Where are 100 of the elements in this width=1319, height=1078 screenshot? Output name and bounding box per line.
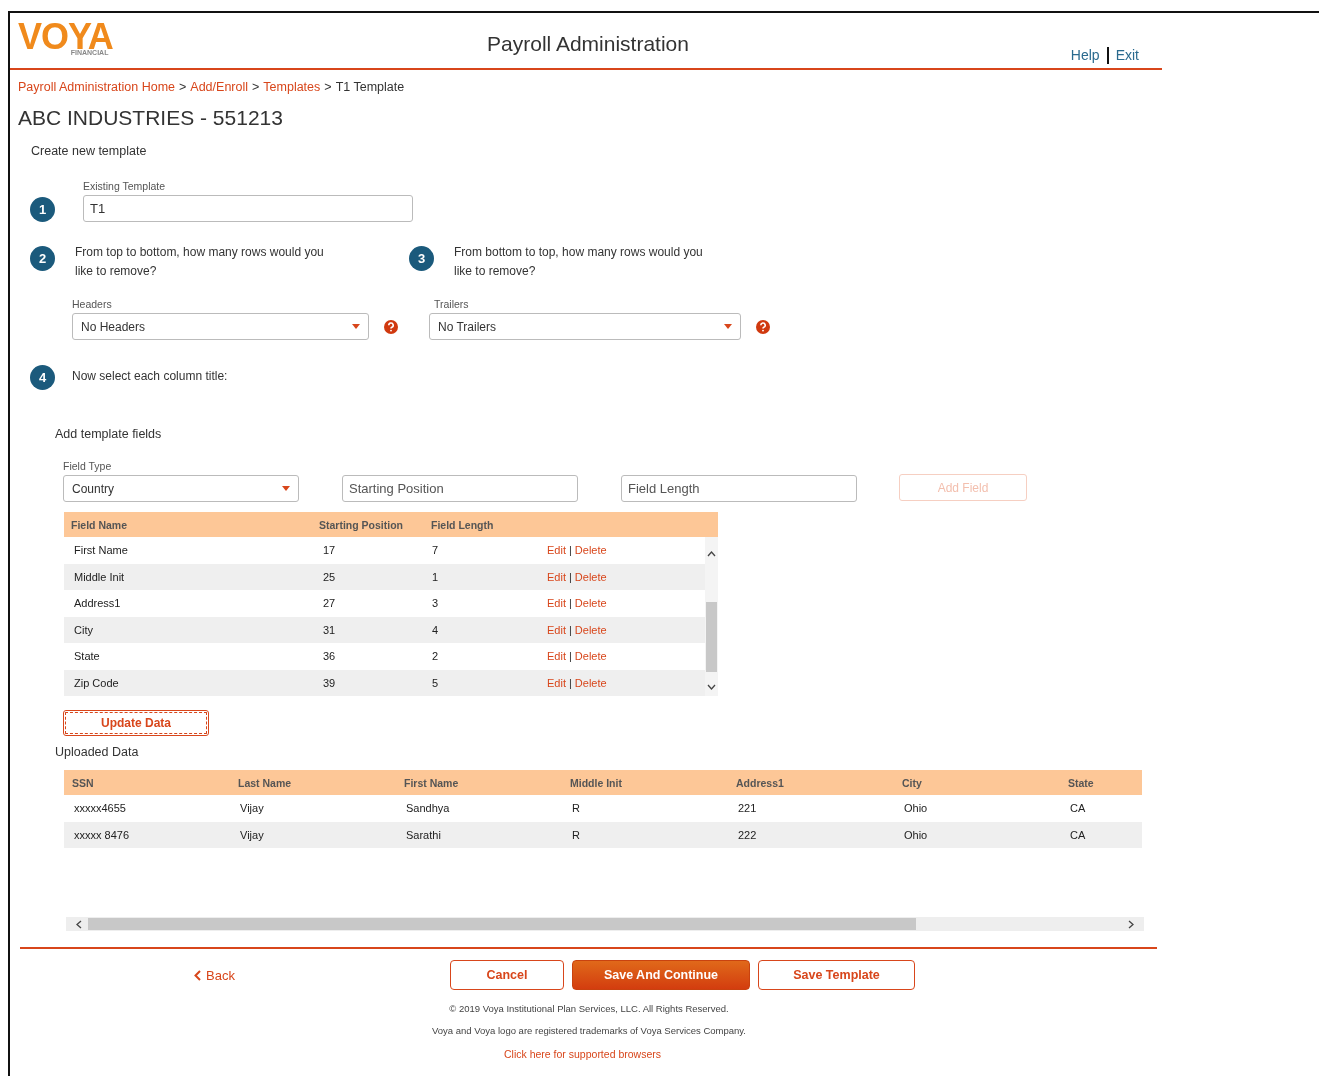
trademark-text: Voya and Voya logo are registered trademarks of Voya Services Company. [431, 1025, 747, 1036]
step-instruction: Now select each column title: [72, 368, 228, 383]
delete-link[interactable]: Delete [574, 597, 607, 610]
field-type-dropdown[interactable]: Country [63, 475, 299, 502]
scroll-right-icon[interactable] [1128, 919, 1134, 929]
edit-link[interactable]: Edit [547, 623, 566, 636]
step-question: From top to bottom, how many rows would you like to remove? [75, 244, 325, 280]
table-cell-text: City [73, 623, 94, 636]
table-cell-text: xxxxx 8476 [73, 828, 131, 841]
dropdown[interactable]: No Trailers [429, 313, 741, 340]
caret-icon [352, 324, 360, 329]
table-cell-text: 7 [432, 544, 440, 557]
table-cell-text: CA [1069, 828, 1087, 841]
vertical-scrollbar[interactable] [705, 537, 718, 696]
breadcrumb-link[interactable]: Templates [263, 80, 321, 94]
section-heading: Uploaded Data [55, 745, 140, 759]
column-header: Address1 [735, 776, 785, 789]
scroll-up-icon[interactable] [707, 551, 716, 557]
column-header: City [901, 776, 923, 789]
link-separator: | [568, 597, 572, 610]
delete-link[interactable]: Delete [574, 676, 607, 689]
table-cell-text: R [571, 828, 581, 841]
field-label: Headers [72, 298, 113, 310]
secondary-button[interactable]: Save Template [758, 960, 915, 990]
table-cell-text: 4 [432, 623, 440, 636]
field-length-field[interactable]: Field Length [621, 475, 857, 502]
column-header: First Name [403, 776, 460, 789]
link-separator: | [568, 676, 572, 689]
step-question: From bottom to top, how many rows would you like to remove? [454, 244, 704, 280]
table-cell-text: 17 [322, 544, 337, 557]
starting-position-field[interactable]: Starting Position [342, 475, 578, 502]
table-cell-text: 222 [737, 828, 758, 841]
back-link[interactable]: Back [194, 967, 442, 983]
delete-link[interactable]: Delete [574, 570, 607, 583]
table-cell-text: 36 [322, 650, 337, 663]
company-title: ABC INDUSTRIES - 551213 [18, 106, 284, 130]
edit-link[interactable]: Edit [547, 544, 566, 557]
column-header: Last Name [237, 776, 293, 789]
help-icon[interactable] [384, 319, 398, 334]
column-header: SSN [71, 776, 95, 789]
copyright-text: © 2019 Voya Institutional Plan Services, LLC. All Rights Reserved. [448, 1003, 730, 1014]
horizontal-scrollbar[interactable] [66, 917, 1144, 931]
header-link[interactable]: Help [1063, 47, 1107, 64]
table-cell-text: Ohio [903, 802, 929, 815]
field-label: Trailers [434, 298, 470, 310]
column-header: Starting Position [319, 518, 404, 531]
table-cell-text: 221 [737, 802, 758, 815]
table-cell-text: Vijay [239, 828, 265, 841]
help-icon[interactable] [756, 319, 770, 334]
chevron-left-icon [194, 969, 201, 981]
table-cell-text: Sandhya [405, 802, 451, 815]
edit-link[interactable]: Edit [547, 570, 566, 583]
breadcrumb-link[interactable]: Add/Enroll [190, 80, 248, 94]
table-cell-text: R [571, 802, 581, 815]
table-cell-text: 39 [322, 676, 337, 689]
table-cell-text: State [73, 650, 101, 663]
table-cell-text: 25 [322, 570, 337, 583]
step-number-badge: 2 [30, 246, 55, 271]
breadcrumb-link[interactable]: Payroll Administration Home [18, 80, 175, 94]
table-cell-text: Ohio [903, 828, 929, 841]
existing-template-field[interactable]: T1 [83, 195, 413, 222]
supported-browsers-link[interactable]: Click here for supported browsers [504, 1048, 661, 1060]
table-cell-text: Address1 [73, 597, 122, 610]
table-cell-text: First Name [73, 544, 129, 557]
table-cell-text: 5 [432, 676, 440, 689]
breadcrumb-separator: > [252, 80, 260, 94]
field-label: Existing Template [83, 180, 167, 192]
page-header-title: Payroll Administration [486, 32, 690, 57]
column-header: State [1067, 776, 1095, 789]
column-header: Field Name [70, 518, 129, 531]
delete-link[interactable]: Delete [574, 544, 607, 557]
table-cell-text: 31 [322, 623, 337, 636]
breadcrumb-separator: > [324, 80, 332, 94]
edit-link[interactable]: Edit [547, 597, 566, 610]
table-cell-text: 1 [432, 570, 440, 583]
primary-button[interactable]: Save And Continue [572, 960, 750, 990]
secondary-button[interactable]: Cancel [450, 960, 564, 990]
breadcrumb-separator: > [179, 80, 187, 94]
section-heading: Add template fields [55, 427, 163, 441]
breadcrumb-current: T1 Template [335, 80, 405, 94]
table-cell-text: 3 [432, 597, 440, 610]
section-subtitle: Create new template [31, 144, 148, 158]
table-cell-text: 27 [322, 597, 337, 610]
table-cell-text: Zip Code [73, 676, 120, 689]
edit-link[interactable]: Edit [547, 676, 566, 689]
dropdown[interactable]: No Headers [72, 313, 369, 340]
field-label: Field Type [63, 460, 113, 472]
column-header: Middle Init [569, 776, 623, 789]
update-data-button[interactable]: Update Data [63, 710, 209, 736]
scroll-down-icon[interactable] [707, 684, 716, 690]
delete-link[interactable]: Delete [574, 623, 607, 636]
header-link[interactable]: Exit [1106, 47, 1146, 64]
scroll-left-icon[interactable] [76, 919, 82, 929]
delete-link[interactable]: Delete [574, 650, 607, 663]
table-cell-text: xxxxx4655 [73, 802, 127, 815]
column-header: Field Length [431, 518, 495, 531]
table-cell-text: 2 [432, 650, 440, 663]
table-cell-text: Sarathi [405, 828, 442, 841]
edit-link[interactable]: Edit [547, 650, 566, 663]
table-cell-text: Middle Init [73, 570, 126, 583]
